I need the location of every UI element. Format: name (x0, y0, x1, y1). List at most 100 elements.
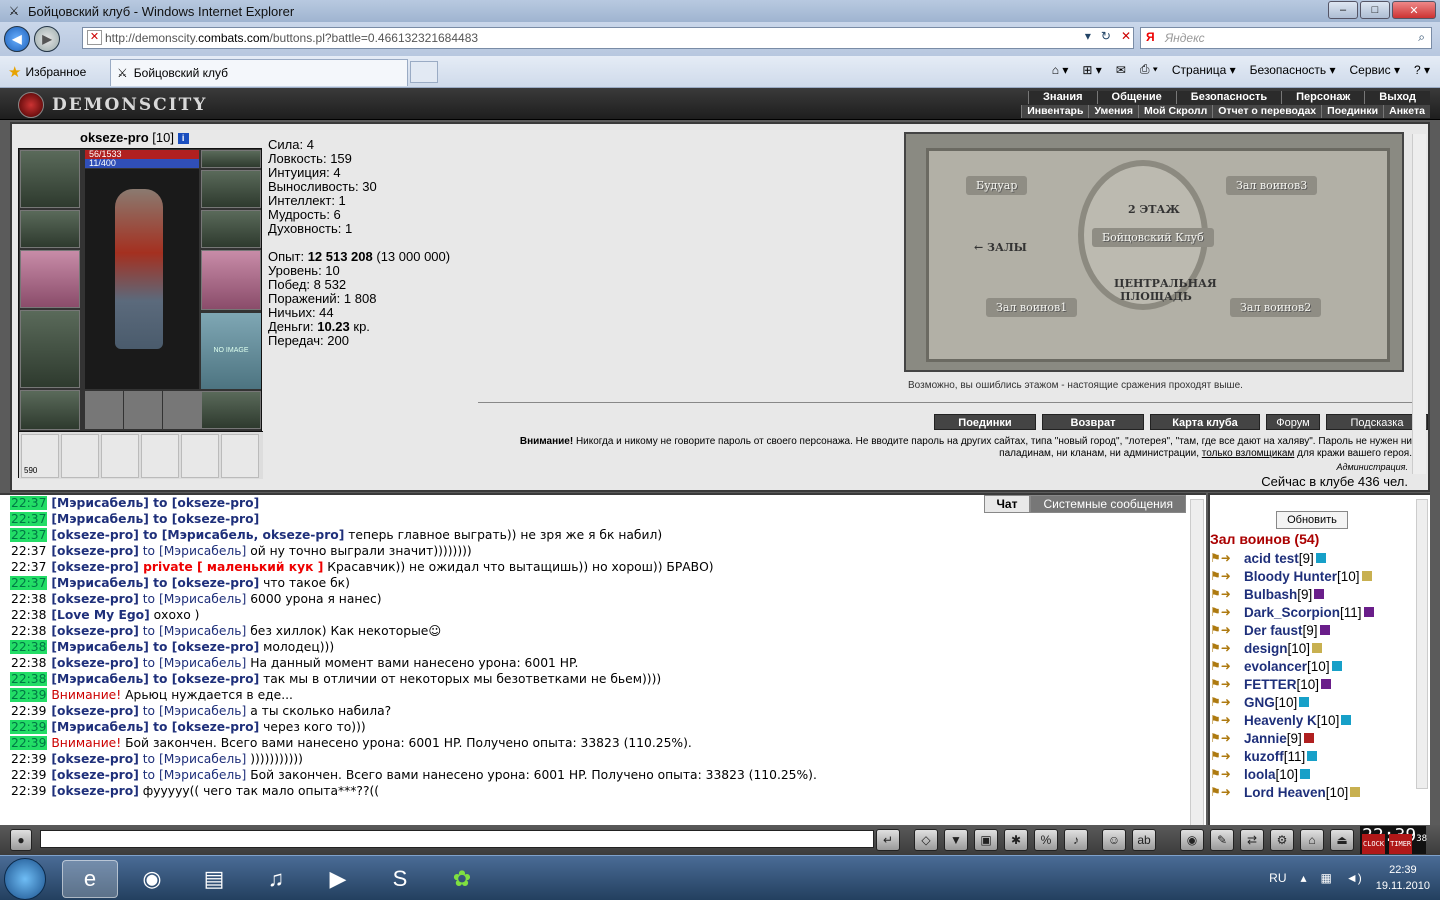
user-list-item[interactable]: ⚑➜ Der faust [9] (1210, 621, 1416, 639)
chat-time[interactable]: 22:39 (10, 768, 47, 782)
timer-label[interactable]: TIMER (1389, 834, 1413, 854)
user-name[interactable]: Dark_Scorpion (1244, 605, 1340, 620)
user-name[interactable]: FETTER (1244, 677, 1297, 692)
ie-taskbar-icon[interactable]: e (62, 860, 118, 898)
user-list-item[interactable]: ⚑➜ Bloody Hunter [10] (1210, 567, 1416, 585)
chat-time[interactable]: 22:38 (10, 640, 48, 654)
private-chat-icon[interactable]: ⚑➜ (1210, 641, 1244, 655)
chat-recipient[interactable]: to [Мэрисабель] (139, 752, 247, 766)
user-info-icon[interactable] (1331, 661, 1342, 671)
map-hall3[interactable]: Зал воинов3 (1226, 176, 1318, 195)
chat-private-tag[interactable]: private [ маленький кук ] (139, 560, 323, 574)
map-boudoir[interactable]: Будуар (966, 176, 1028, 195)
info-icon[interactable]: i (177, 133, 189, 144)
chat-sender[interactable]: [okseze-pro] (51, 784, 138, 798)
user-info-icon[interactable] (1299, 697, 1310, 707)
private-chat-icon[interactable]: ⚑➜ (1210, 713, 1244, 727)
gloves-slot[interactable] (201, 210, 261, 248)
icq-taskbar-icon[interactable]: ✿ (434, 860, 490, 898)
maximize-button[interactable]: □ (1360, 1, 1390, 19)
forward-button[interactable]: ▶ (34, 26, 60, 52)
user-name[interactable]: acid test (1244, 551, 1299, 566)
character-name[interactable]: okseze-pro [10] i (80, 130, 189, 145)
duels-button[interactable]: Поединки (934, 414, 1036, 430)
chat-sender[interactable]: [Love My Ego] (51, 608, 149, 622)
helmet-slot[interactable] (20, 150, 80, 208)
menu-scroll[interactable]: Мой Скролл (1137, 105, 1213, 118)
dropdown-icon[interactable]: ▾ (1085, 29, 1091, 43)
house-icon[interactable]: ⌂ (1300, 829, 1324, 851)
warning-link[interactable]: только взломщикам (1202, 448, 1295, 459)
chat-time[interactable]: 22:37 (10, 576, 48, 590)
chat-time[interactable]: 22:37 (10, 512, 48, 526)
belt-item-4[interactable] (141, 434, 179, 478)
percent-icon[interactable]: % (1034, 829, 1058, 851)
chat-sender[interactable]: [okseze-pro] (51, 752, 138, 766)
chat-time[interactable]: 22:39 (10, 688, 48, 702)
chat-sender[interactable]: [okseze-pro] (51, 592, 138, 606)
shield-slot[interactable]: NO IMAGE (201, 313, 261, 389)
user-info-icon[interactable] (1361, 571, 1372, 581)
user-info-icon[interactable] (1315, 553, 1326, 563)
forum-button[interactable]: Форум (1266, 414, 1320, 430)
private-chat-icon[interactable]: ⚑➜ (1210, 695, 1244, 709)
chat-sender[interactable]: [Мэрисабель] (51, 512, 148, 526)
user-name[interactable]: Der faust (1244, 623, 1303, 638)
settings-icon[interactable]: ⚙ (1270, 829, 1294, 851)
chat-recipient[interactable]: to [okseze-pro] (149, 640, 259, 654)
private-chat-icon[interactable]: ⚑➜ (1210, 605, 1244, 619)
chat-scrollbar[interactable] (1190, 499, 1204, 827)
chat-sender[interactable]: [okseze-pro] (51, 544, 138, 558)
command-safety[interactable]: Безопасность ▾ (1250, 63, 1336, 77)
user-info-icon[interactable] (1350, 787, 1361, 797)
weapon-slot[interactable] (20, 250, 80, 308)
return-button[interactable]: Возврат (1042, 414, 1144, 430)
chat-time[interactable]: 22:39 (10, 704, 47, 718)
tray-arrow-icon[interactable]: ▴ (1301, 871, 1307, 885)
feeds-icon[interactable]: ⊞ ▾ (1082, 63, 1101, 77)
chat-recipient[interactable]: to [okseze-pro] (149, 512, 259, 526)
private-chat-icon[interactable]: ⚑➜ (1210, 731, 1244, 745)
belt-item-5[interactable] (181, 434, 219, 478)
chat-time[interactable]: 22:39 (10, 752, 47, 766)
firefox-taskbar-icon[interactable]: ◉ (124, 860, 180, 898)
refresh-button[interactable]: Обновить (1276, 511, 1348, 529)
music-icon[interactable]: ♪ (1064, 829, 1088, 851)
private-chat-icon[interactable]: ⚑➜ (1210, 749, 1244, 763)
private-chat-icon[interactable]: ⚑➜ (1210, 767, 1244, 781)
private-chat-icon[interactable]: ⚑➜ (1210, 659, 1244, 673)
bag-icon[interactable]: ◉ (1180, 829, 1204, 851)
user-name[interactable]: kuzoff (1244, 749, 1284, 764)
user-name[interactable]: Jannie (1244, 731, 1287, 746)
menu-skills[interactable]: Умения (1088, 105, 1138, 118)
scroll-icon[interactable]: ✎ (1210, 829, 1234, 851)
system-clock[interactable]: 22:39 19.11.2010 (1376, 862, 1430, 894)
menu-exit[interactable]: Выход (1364, 91, 1430, 104)
favorites-button[interactable]: ★ Избранное (8, 63, 86, 81)
user-info-icon[interactable] (1341, 715, 1352, 725)
chat-recipient[interactable]: to [Мэрисабель, okseze-pro] (139, 528, 344, 542)
chat-sender[interactable]: [okseze-pro] (51, 704, 138, 718)
chat-sender[interactable]: [okseze-pro] (51, 528, 138, 542)
walk-icon[interactable]: ✱ (1004, 829, 1028, 851)
ring-slot-3[interactable] (163, 391, 201, 429)
user-list-item[interactable]: ⚑➜ evolancer [10] (1210, 657, 1416, 675)
chat-time[interactable]: 22:37 (10, 528, 48, 542)
chat-input[interactable] (40, 830, 874, 848)
user-list-item[interactable]: ⚑➜ acid test [9] (1210, 549, 1416, 567)
user-list-item[interactable]: ⚑➜ Heavenly K [10] (1210, 711, 1416, 729)
address-bar[interactable]: ✕ http://demonscity. combats.com/buttons.… (82, 27, 1134, 49)
user-name[interactable]: Bloody Hunter (1244, 569, 1337, 584)
tab-system[interactable]: Системные сообщения (1030, 495, 1186, 513)
skype-taskbar-icon[interactable]: S (372, 860, 428, 898)
chat-time[interactable]: 22:39 (10, 720, 48, 734)
explorer-taskbar-icon[interactable]: ▤ (186, 860, 242, 898)
menu-profile[interactable]: Анкета (1383, 105, 1430, 118)
menu-social[interactable]: Общение (1096, 91, 1176, 104)
user-info-icon[interactable] (1303, 733, 1314, 743)
search-icon[interactable]: ⌕ (1418, 30, 1425, 45)
command-page[interactable]: Страница ▾ (1172, 63, 1236, 77)
user-name[interactable]: loola (1244, 767, 1276, 782)
browser-tab[interactable]: ⚔ Бойцовский клуб (110, 59, 408, 86)
belt-item-1[interactable]: 590 (21, 434, 59, 478)
